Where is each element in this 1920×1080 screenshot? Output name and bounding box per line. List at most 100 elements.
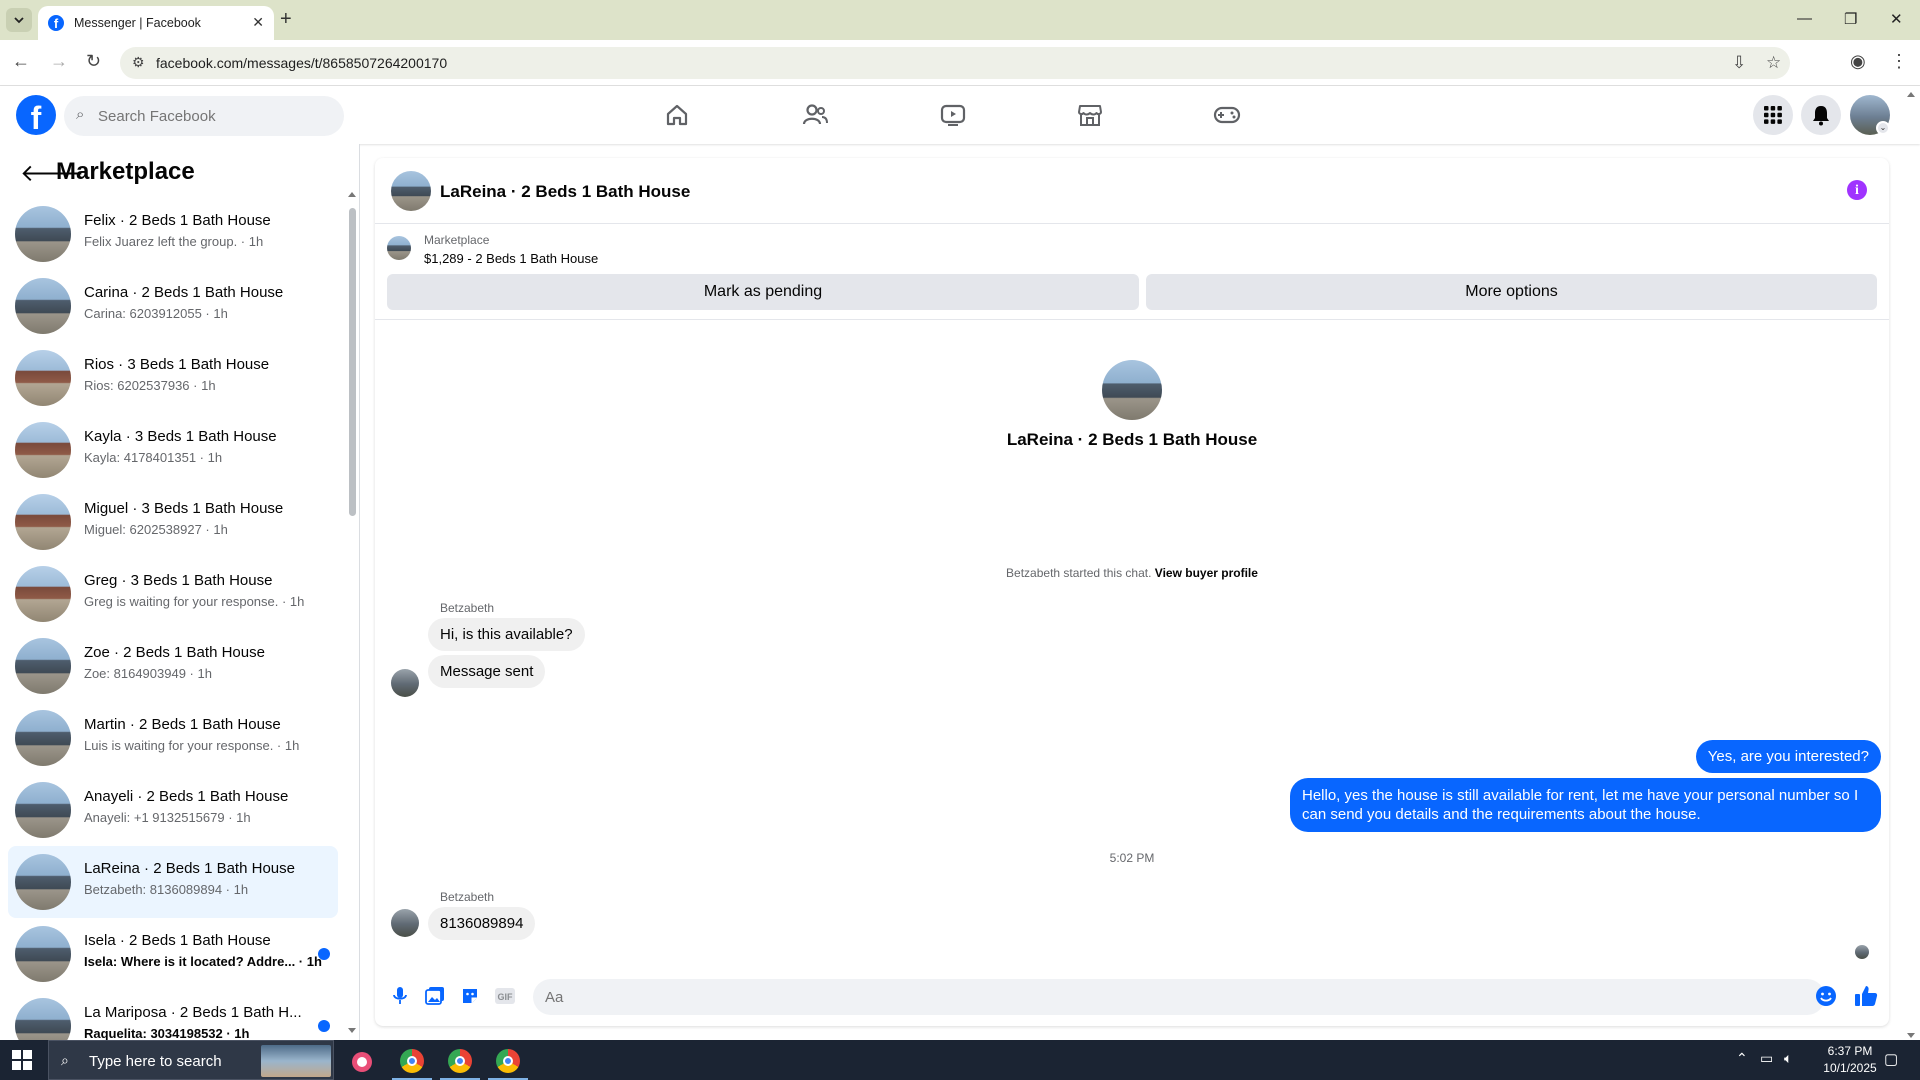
forward-arrow-icon[interactable]: → xyxy=(50,51,68,72)
browser-toolbar: ← → ↻ ⚙ facebook.com/messages/t/86585072… xyxy=(0,40,1920,86)
clock-time[interactable]: 6:37 PM xyxy=(1822,1044,1878,1058)
conversation-title: Carina · 2 Beds 1 Bath House xyxy=(84,284,284,301)
outgoing-message[interactable]: Hello, yes the house is still available … xyxy=(1290,778,1881,832)
new-tab-button[interactable]: + xyxy=(280,8,292,30)
scroll-down-arrow-icon[interactable] xyxy=(348,1028,356,1033)
notifications-bell-icon[interactable] xyxy=(1801,95,1841,135)
chat-scroll-down-arrow-icon[interactable] xyxy=(1907,1033,1915,1038)
conversation-preview: Miguel: 6202538927 · 1h xyxy=(84,522,228,537)
sidebar-scrollbar-thumb[interactable] xyxy=(349,208,356,516)
taskbar-chrome-icon[interactable] xyxy=(488,1044,528,1080)
conversation-title: La Mariposa · 2 Beds 1 Bath H... xyxy=(84,1004,302,1021)
facebook-logo-icon[interactable]: f xyxy=(16,95,56,135)
conversation-title: Zoe · 2 Beds 1 Bath House xyxy=(84,644,265,661)
address-bar[interactable]: ⚙ facebook.com/messages/t/86585072642001… xyxy=(120,47,1790,79)
chat-title[interactable]: LaReina · 2 Beds 1 Bath House xyxy=(440,182,690,202)
conversation-item[interactable]: Isela · 2 Beds 1 Bath House Isela: Where … xyxy=(8,918,338,990)
marketplace-nav-icon[interactable] xyxy=(1065,98,1115,132)
conversation-thumbnail xyxy=(15,638,71,694)
conversation-preview: Rios: 6202537936 · 1h xyxy=(84,378,216,393)
listing-thumbnail[interactable] xyxy=(387,236,411,260)
conversation-item[interactable]: Greg · 3 Beds 1 Bath House Greg is waitin… xyxy=(8,558,338,630)
windows-taskbar: ⌕ Type here to search ⌃ ▭ 🔈︎ 6:37 PM 10/… xyxy=(0,1040,1920,1080)
listing-description[interactable]: $1,289 - 2 Beds 1 Bath House xyxy=(424,251,598,266)
conversation-item[interactable]: Kayla · 3 Beds 1 Bath House Kayla: 417840… xyxy=(8,414,338,486)
browser-menu-icon[interactable]: ⋮ xyxy=(1890,51,1908,72)
conversation-list: Felix · 2 Beds 1 Bath House Felix Juarez … xyxy=(8,198,338,1040)
facebook-search[interactable]: ⌕ xyxy=(64,96,344,136)
menu-grid-icon[interactable] xyxy=(1753,95,1793,135)
incoming-message[interactable]: Message sent xyxy=(428,655,546,688)
emoji-icon[interactable] xyxy=(1813,983,1839,1009)
conversation-item[interactable]: Zoe · 2 Beds 1 Bath House Zoe: 8164903949… xyxy=(8,630,338,702)
taskbar-chrome-icon[interactable] xyxy=(392,1044,432,1080)
windows-start-icon[interactable] xyxy=(12,1050,32,1070)
conversation-preview: Felix Juarez left the group. · 1h xyxy=(84,234,264,249)
tab-close-icon[interactable]: ✕ xyxy=(252,14,264,31)
conversation-item[interactable]: Miguel · 3 Beds 1 Bath House Miguel: 6202… xyxy=(8,486,338,558)
view-buyer-profile-link[interactable]: View buyer profile xyxy=(1155,566,1258,580)
notification-center-icon[interactable]: ▢ xyxy=(1884,1050,1898,1068)
conversation-item[interactable]: Carina · 2 Beds 1 Bath House Carina: 6203… xyxy=(8,270,338,342)
sender-avatar[interactable] xyxy=(391,669,419,697)
conversation-title: Felix · 2 Beds 1 Bath House xyxy=(84,212,271,229)
conversation-item[interactable]: Rios · 3 Beds 1 Bath House Rios: 62025379… xyxy=(8,342,338,414)
outgoing-message[interactable]: Yes, are you interested? xyxy=(1695,740,1881,773)
conversation-thumbnail xyxy=(15,926,71,982)
message-composer: GIF xyxy=(375,973,1889,1026)
gaming-nav-icon[interactable] xyxy=(1202,98,1252,132)
friends-nav-icon[interactable] xyxy=(790,98,840,132)
search-input[interactable] xyxy=(98,102,334,130)
reload-icon[interactable]: ↻ xyxy=(86,51,101,72)
window-close-icon[interactable]: ✕ xyxy=(1890,10,1903,28)
back-arrow-icon[interactable]: ← xyxy=(12,51,30,72)
tray-chevron-up-icon[interactable]: ⌃ xyxy=(1736,1050,1748,1067)
profile-icon[interactable]: ◉ xyxy=(1850,51,1866,72)
microphone-icon[interactable] xyxy=(387,983,413,1009)
conversation-preview: Betzabeth: 8136089894 · 1h xyxy=(84,882,249,897)
info-icon[interactable]: i xyxy=(1847,180,1867,200)
taskbar-search-box[interactable]: ⌕ Type here to search xyxy=(48,1040,334,1080)
chat-header: LaReina · 2 Beds 1 Bath House i xyxy=(375,158,1889,224)
conversation-item[interactable]: Anayeli · 2 Beds 1 Bath House Anayeli: +1… xyxy=(8,774,338,846)
account-chevron-down-icon[interactable]: ⌄ xyxy=(1876,121,1890,135)
bookmark-star-icon[interactable]: ☆ xyxy=(1766,53,1781,73)
conversation-item[interactable]: LaReina · 2 Beds 1 Bath House Betzabeth: … xyxy=(8,846,338,918)
mark-as-pending-button[interactable]: Mark as pending xyxy=(387,274,1139,310)
install-app-icon[interactable]: ⇩ xyxy=(1732,53,1746,73)
conversation-item[interactable]: La Mariposa · 2 Beds 1 Bath H... Raquelit… xyxy=(8,990,338,1040)
taskbar-chrome-icon[interactable] xyxy=(440,1044,480,1080)
restore-icon[interactable]: ❐ xyxy=(1844,10,1857,28)
chat-avatar[interactable] xyxy=(391,171,431,211)
browser-tab-messenger[interactable]: f Messenger | Facebook ✕ xyxy=(38,6,274,40)
scroll-up-arrow-icon[interactable] xyxy=(348,192,356,197)
home-nav-icon[interactable] xyxy=(652,98,702,132)
incoming-message[interactable]: Hi, is this available? xyxy=(428,618,585,651)
taskbar-search-placeholder: Type here to search xyxy=(89,1053,222,1070)
thumbs-up-icon[interactable] xyxy=(1853,983,1879,1009)
conversation-item[interactable]: Martin · 2 Beds 1 Bath House Luis is wait… xyxy=(8,702,338,774)
tab-search-button[interactable] xyxy=(6,8,32,32)
gif-icon[interactable]: GIF xyxy=(492,983,518,1009)
site-info-icon[interactable]: ⚙ xyxy=(132,54,145,71)
sticker-icon[interactable] xyxy=(457,983,483,1009)
video-nav-icon[interactable] xyxy=(928,98,978,132)
conversation-item[interactable]: Felix · 2 Beds 1 Bath House Felix Juarez … xyxy=(8,198,338,270)
volume-icon[interactable]: 🔈︎ xyxy=(1784,1050,1792,1067)
conversation-thumbnail xyxy=(15,422,71,478)
sender-name: Betzabeth xyxy=(440,601,495,615)
clock-date[interactable]: 10/1/2025 xyxy=(1822,1061,1878,1075)
minimize-icon[interactable]: — xyxy=(1797,10,1812,27)
intro-avatar[interactable] xyxy=(1102,360,1162,420)
chat-scroll-up-arrow-icon[interactable] xyxy=(1907,92,1915,97)
network-icon[interactable]: ▭ xyxy=(1760,1050,1773,1067)
taskbar-app-snipping-icon[interactable] xyxy=(342,1044,382,1080)
conversation-thumbnail xyxy=(15,206,71,262)
sender-avatar[interactable] xyxy=(391,909,419,937)
more-options-button[interactable]: More options xyxy=(1146,274,1877,310)
incoming-message[interactable]: 8136089894 xyxy=(428,907,536,940)
listing-source: Marketplace xyxy=(424,233,490,247)
conversation-preview: Kayla: 4178401351 · 1h xyxy=(84,450,223,465)
message-input[interactable] xyxy=(533,979,1825,1015)
photo-icon[interactable] xyxy=(422,983,448,1009)
